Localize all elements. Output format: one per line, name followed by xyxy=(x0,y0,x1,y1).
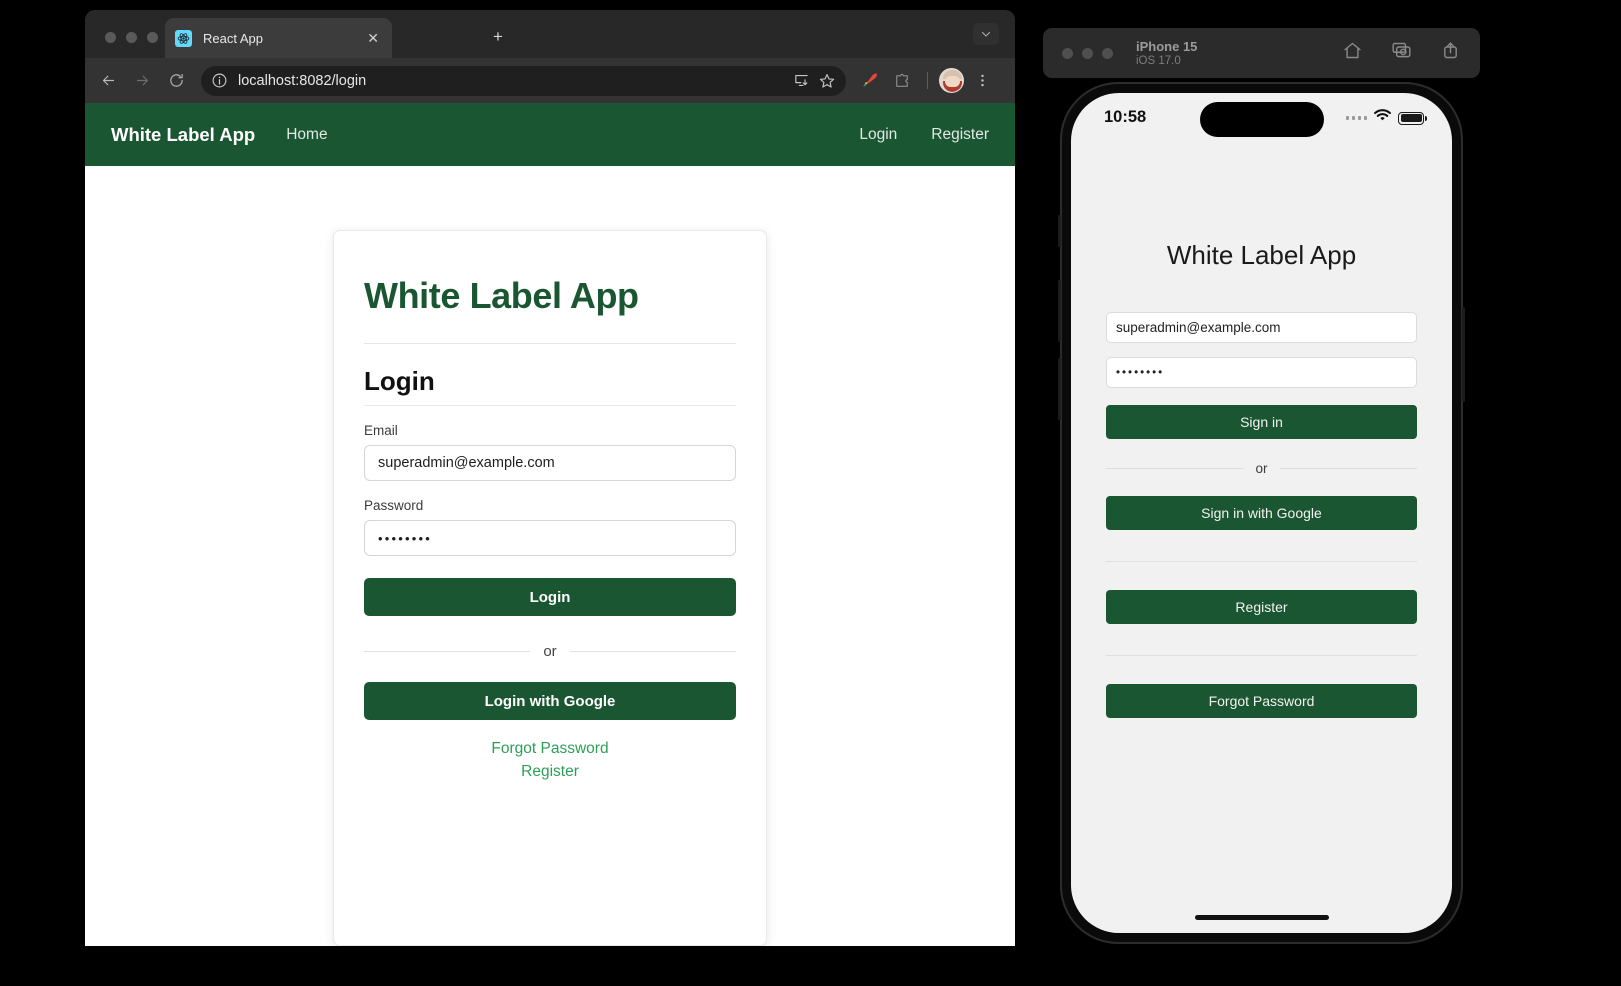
toolbar-divider xyxy=(927,72,928,89)
maximize-window-button[interactable] xyxy=(147,32,158,43)
screen-root: React App ✕ + localhost:8082/login White… xyxy=(0,0,1621,986)
forward-icon[interactable] xyxy=(125,64,159,98)
new-tab-button[interactable]: + xyxy=(493,28,503,45)
browser-window: React App ✕ + localhost:8082/login White… xyxy=(85,10,1015,946)
login-button[interactable]: Login xyxy=(364,578,736,616)
browser-tab[interactable]: React App ✕ xyxy=(165,18,392,58)
mobile-email-field[interactable]: superadmin@example.com xyxy=(1106,312,1417,343)
profile-avatar[interactable] xyxy=(939,68,964,93)
minimize-window-button[interactable] xyxy=(126,32,137,43)
volume-up-button[interactable] xyxy=(1058,280,1061,342)
forgot-password-link[interactable]: Forgot Password xyxy=(364,737,736,760)
simulator-traffic-lights xyxy=(1062,47,1113,59)
simulator-device-name: iPhone 15 xyxy=(1136,38,1198,54)
ios-status-bar: 10:58 xyxy=(1071,93,1452,147)
login-card-links: Forgot Password Register xyxy=(364,737,736,783)
mobile-sign-in-button[interactable]: Sign in xyxy=(1106,405,1417,439)
home-icon[interactable] xyxy=(1342,40,1363,66)
share-icon[interactable] xyxy=(1440,40,1461,66)
close-icon[interactable]: ✕ xyxy=(364,28,382,48)
mobile-divider-line-left xyxy=(1106,468,1244,469)
simulator-os-version: iOS 17.0 xyxy=(1136,54,1181,67)
kebab-menu-icon[interactable] xyxy=(968,67,996,95)
login-card-title: White Label App xyxy=(364,275,639,316)
login-card: White Label App Login Email superadmin@e… xyxy=(333,230,767,946)
wifi-icon xyxy=(1374,109,1391,127)
mobile-app-title: White Label App xyxy=(1166,240,1357,270)
email-label: Email xyxy=(364,423,398,438)
navbar-left-links: Home xyxy=(286,126,327,144)
password-field[interactable]: •••••••• xyxy=(364,520,736,556)
chevron-down-icon[interactable] xyxy=(973,23,999,45)
iphone-device-frame: 10:58 White Label App superadmin@example… xyxy=(1058,82,1465,944)
screenshot-camera-icon[interactable] xyxy=(1391,40,1412,66)
email-field[interactable]: superadmin@example.com xyxy=(364,445,736,481)
install-app-icon[interactable] xyxy=(788,68,814,94)
mobile-forgot-password-button[interactable]: Forgot Password xyxy=(1106,684,1417,718)
close-window-button[interactable] xyxy=(105,32,116,43)
iphone-screen: 10:58 White Label App superadmin@example… xyxy=(1071,93,1452,933)
cellular-signal-icon xyxy=(1345,116,1367,120)
battery-icon xyxy=(1398,111,1427,125)
url-text: localhost:8082/login xyxy=(238,72,367,89)
mobile-register-button[interactable]: Register xyxy=(1106,590,1417,624)
divider-line-right xyxy=(569,651,736,652)
divider-line-left xyxy=(364,651,531,652)
mobile-rule-2 xyxy=(1106,655,1417,656)
mute-switch-button[interactable] xyxy=(1058,215,1061,247)
puzzle-extension-icon[interactable] xyxy=(888,67,916,95)
mobile-rule-1 xyxy=(1106,561,1417,562)
mobile-sign-in-with-google-button[interactable]: Sign in with Google xyxy=(1106,496,1417,530)
browser-tab-strip: React App ✕ + xyxy=(85,10,1015,58)
rocket-extension-icon[interactable] xyxy=(856,67,884,95)
simulator-toolbar-actions xyxy=(1342,40,1461,66)
react-logo-icon xyxy=(175,29,192,47)
page-viewport: White Label App Home Login Register Whit… xyxy=(85,103,1015,946)
divider-label: or xyxy=(543,643,557,660)
star-icon[interactable] xyxy=(814,68,840,94)
window-traffic-lights xyxy=(105,32,158,43)
simulator-maximize-button[interactable] xyxy=(1102,47,1113,59)
simulator-close-button[interactable] xyxy=(1062,47,1073,59)
home-indicator[interactable] xyxy=(1194,915,1329,920)
avatar-face xyxy=(945,76,960,87)
back-icon[interactable] xyxy=(91,64,125,98)
reload-icon[interactable] xyxy=(159,64,193,98)
mobile-divider-label: or xyxy=(1255,461,1268,476)
nav-link-login[interactable]: Login xyxy=(859,126,897,144)
site-info-icon[interactable] xyxy=(211,72,228,89)
navbar-right-links: Login Register xyxy=(859,126,989,144)
login-card-divider xyxy=(364,343,736,344)
mobile-password-field[interactable]: •••••••• xyxy=(1106,357,1417,388)
browser-tab-title: React App xyxy=(203,30,263,46)
toolbar-right-actions xyxy=(856,67,996,95)
mobile-or-divider: or xyxy=(1106,461,1418,476)
mobile-divider-line-right xyxy=(1279,468,1418,469)
simulator-minimize-button[interactable] xyxy=(1082,47,1093,59)
login-with-google-button[interactable]: Login with Google xyxy=(364,682,736,720)
register-link[interactable]: Register xyxy=(364,760,736,783)
address-bar[interactable]: localhost:8082/login xyxy=(201,65,846,96)
or-divider: or xyxy=(364,643,736,660)
site-navbar: White Label App Home Login Register xyxy=(85,103,1015,166)
power-button[interactable] xyxy=(1462,307,1465,402)
simulator-device-info: iPhone 15 iOS 17.0 xyxy=(1136,39,1197,68)
browser-toolbar: localhost:8082/login xyxy=(85,58,1015,103)
login-heading: Login xyxy=(364,366,736,406)
simulator-titlebar: iPhone 15 iOS 17.0 xyxy=(1043,28,1480,78)
mobile-app-content: White Label App superadmin@example.com •… xyxy=(1071,240,1452,718)
page-content: White Label App Login Email superadmin@e… xyxy=(85,166,1015,946)
status-bar-clock: 10:58 xyxy=(1104,108,1147,126)
dynamic-island xyxy=(1199,102,1324,137)
status-bar-indicators xyxy=(1345,109,1427,127)
nav-link-home[interactable]: Home xyxy=(286,126,327,144)
navbar-brand[interactable]: White Label App xyxy=(111,124,255,146)
volume-down-button[interactable] xyxy=(1058,358,1061,420)
password-label: Password xyxy=(364,498,424,513)
nav-link-register[interactable]: Register xyxy=(931,126,989,144)
